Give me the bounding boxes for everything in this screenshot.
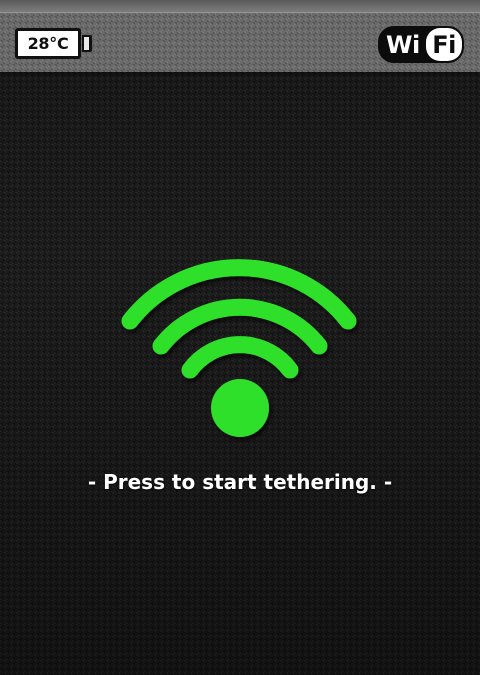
wifi-logo-fi: Fi xyxy=(426,28,462,61)
system-status-strip xyxy=(0,0,480,13)
wifi-dot xyxy=(211,379,269,437)
wifi-logo-wi: Wi xyxy=(386,30,420,59)
temperature-label: 28°C xyxy=(27,34,69,53)
wifi-arc-inner xyxy=(181,336,299,379)
wifi-logo: Wi Fi xyxy=(378,26,464,63)
tether-screen: 28°C Wi Fi - Press to start tethering. - xyxy=(0,0,480,675)
start-tethering-button[interactable] xyxy=(116,252,366,444)
battery-fill: 28°C xyxy=(18,31,78,56)
battery-tip-icon xyxy=(82,35,92,52)
wifi-signal-icon xyxy=(121,259,357,437)
tethering-prompt: - Press to start tethering. - xyxy=(87,470,393,494)
top-bar: 28°C Wi Fi xyxy=(0,13,480,72)
battery-temperature-indicator: 28°C xyxy=(15,28,81,59)
